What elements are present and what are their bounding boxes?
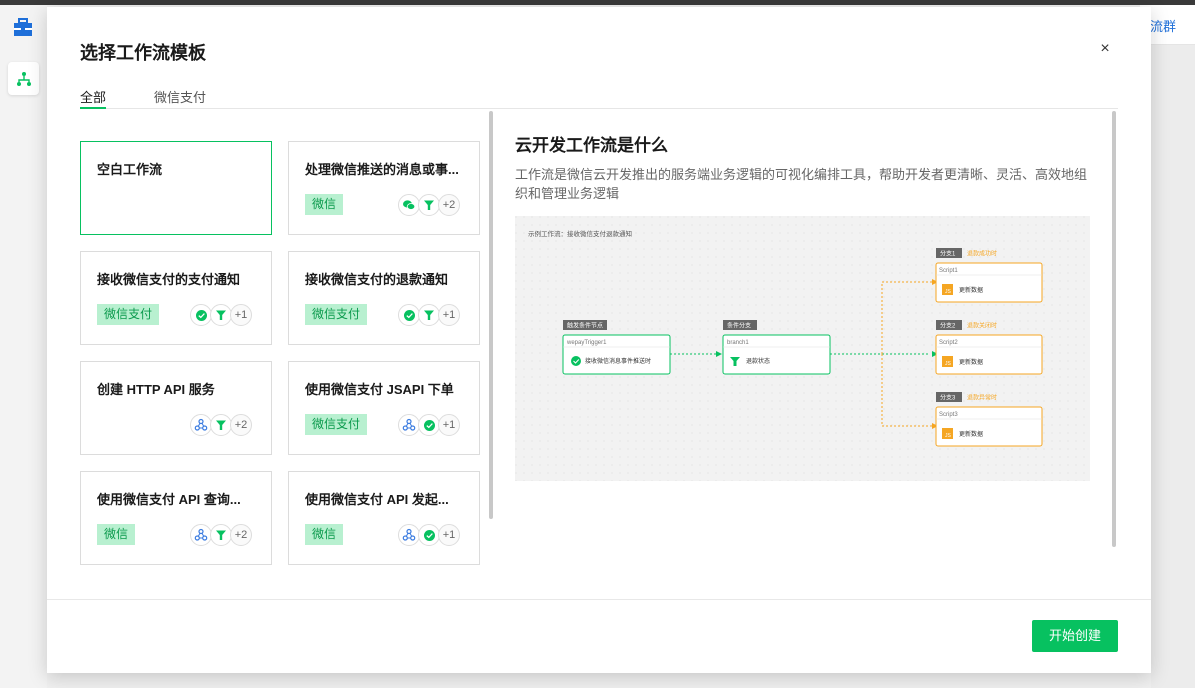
- more-count-badge: +1: [438, 524, 460, 546]
- template-icons: +1: [398, 303, 462, 327]
- filter-icon: [210, 414, 232, 436]
- script-node-status: 退款异常时: [967, 394, 997, 402]
- wechat-icon: [398, 194, 420, 216]
- template-icons: +1: [190, 303, 254, 327]
- trigger-node-tag: 触发条件节点: [567, 322, 603, 330]
- trigger-node-body: 接收微信消息事件推送时: [585, 357, 651, 365]
- filter-icon: [418, 194, 440, 216]
- app-sidebar: [0, 5, 47, 688]
- template-title: 使用微信支付 API 查询...: [97, 492, 241, 507]
- script-node-tag: 分支3: [940, 394, 956, 402]
- tab-bar: 全部 微信支付: [80, 85, 1118, 109]
- script-node-status: 退款关闭时: [967, 322, 997, 330]
- info-description: 工作流是微信云开发推出的服务端业务逻辑的可视化编排工具，帮助开发者更清晰、灵活、…: [515, 167, 1088, 201]
- template-card[interactable]: 使用微信支付 API 查询... 微信 +2: [80, 471, 272, 565]
- more-count-badge: +2: [438, 194, 460, 216]
- script-node-tag: 分支2: [940, 322, 956, 330]
- active-tab-indicator: [80, 107, 106, 109]
- webhook-icon: [398, 524, 420, 546]
- modal-footer-divider: [47, 599, 1151, 600]
- template-tag: 微信支付: [97, 304, 160, 325]
- template-title: 空白工作流: [97, 162, 163, 177]
- top-bar: [0, 0, 1195, 5]
- more-count-badge: +1: [438, 414, 460, 436]
- template-icons: +2: [190, 523, 254, 547]
- tab-wechat-pay[interactable]: 微信支付: [154, 87, 206, 106]
- webhook-icon: [190, 524, 212, 546]
- header-link[interactable]: 流群: [1150, 16, 1176, 35]
- template-card[interactable]: 使用微信支付 API 发起... 微信 +1: [288, 471, 480, 565]
- template-title: 使用微信支付 API 发起...: [305, 492, 449, 507]
- close-button[interactable]: ×: [1096, 39, 1114, 59]
- template-icons: +2: [398, 193, 462, 217]
- template-card[interactable]: 接收微信支付的支付通知 微信支付 +1: [80, 251, 272, 345]
- info-panel-scrollbar[interactable]: [1112, 111, 1116, 547]
- more-count-badge: +2: [230, 524, 252, 546]
- script-node-status: 退款成功时: [967, 250, 997, 258]
- branch-node-body: 退款状态: [746, 357, 770, 365]
- workflow-icon: [16, 71, 31, 86]
- script-node-tag: 分支1: [940, 250, 956, 258]
- template-card[interactable]: 接收微信支付的退款通知 微信支付 +1: [288, 251, 480, 345]
- tab-all[interactable]: 全部: [80, 87, 106, 106]
- template-title: 创建 HTTP API 服务: [97, 382, 215, 397]
- more-count-badge: +1: [438, 304, 460, 326]
- template-title: 接收微信支付的退款通知: [305, 272, 449, 287]
- template-tag: 微信支付: [305, 414, 368, 435]
- start-create-button[interactable]: 开始创建: [1032, 620, 1118, 652]
- template-grid: 空白工作流 处理微信推送的消息或事... 微信 +2 接收微信支付的支付通知 微…: [80, 141, 480, 571]
- script-node-name: Script2: [939, 340, 958, 346]
- wechat-pay-icon: [418, 414, 440, 436]
- template-title: 处理微信推送的消息或事...: [305, 162, 459, 177]
- webhook-icon: [190, 414, 212, 436]
- script-node-body: 更新数据: [959, 286, 983, 294]
- info-title: 云开发工作流是什么: [515, 136, 668, 155]
- template-tag: 微信: [97, 524, 136, 545]
- template-list-scrollbar[interactable]: [489, 111, 493, 519]
- wechat-pay-icon: [190, 304, 212, 326]
- wechat-pay-icon: [418, 524, 440, 546]
- template-card[interactable]: 空白工作流: [80, 141, 272, 235]
- template-card[interactable]: 创建 HTTP API 服务 +2: [80, 361, 272, 455]
- filter-icon: [210, 304, 232, 326]
- filter-icon: [210, 524, 232, 546]
- template-modal: 选择工作流模板 × 全部 微信支付 空白工作流 处理微信推送的消息或事... 微…: [47, 7, 1151, 673]
- filter-icon: [418, 304, 440, 326]
- template-icons: +1: [398, 413, 462, 437]
- template-icons: +1: [398, 523, 462, 547]
- template-tag: 微信: [305, 524, 344, 545]
- template-card[interactable]: 处理微信推送的消息或事... 微信 +2: [288, 141, 480, 235]
- script-node-name: Script3: [939, 412, 958, 418]
- script-node-body: 更新数据: [959, 430, 983, 438]
- script-node-body: 更新数据: [959, 358, 983, 366]
- svg-text:JS: JS: [945, 433, 952, 439]
- diagram-caption: 示例工作流：接收微信支付退款通知: [528, 229, 632, 238]
- modal-title: 选择工作流模板: [80, 43, 206, 63]
- template-tag: 微信支付: [305, 304, 368, 325]
- template-card[interactable]: 使用微信支付 JSAPI 下单 微信支付 +1: [288, 361, 480, 455]
- template-title: 使用微信支付 JSAPI 下单: [305, 382, 454, 397]
- example-workflow-diagram: 示例工作流：接收微信支付退款通知 触发条件节点 wepayTrigger1 接收…: [515, 216, 1090, 481]
- template-tag: 微信: [305, 194, 344, 215]
- more-count-badge: +2: [230, 414, 252, 436]
- template-title: 接收微信支付的支付通知: [97, 272, 241, 287]
- svg-text:JS: JS: [945, 289, 952, 295]
- wechat-pay-icon: [398, 304, 420, 326]
- branch-node-tag: 条件分支: [727, 322, 751, 330]
- trigger-node-name: wepayTrigger1: [566, 340, 607, 346]
- webhook-icon: [398, 414, 420, 436]
- svg-text:JS: JS: [945, 361, 952, 367]
- toolbox-icon[interactable]: [13, 18, 33, 38]
- branch-node-name: branch1: [727, 340, 749, 346]
- wechat-pay-icon: [571, 356, 581, 366]
- template-icons: +2: [190, 413, 254, 437]
- workflow-nav-button[interactable]: [8, 62, 39, 95]
- script-node-name: Script1: [939, 268, 958, 274]
- app-background-right: [1151, 5, 1195, 688]
- more-count-badge: +1: [230, 304, 252, 326]
